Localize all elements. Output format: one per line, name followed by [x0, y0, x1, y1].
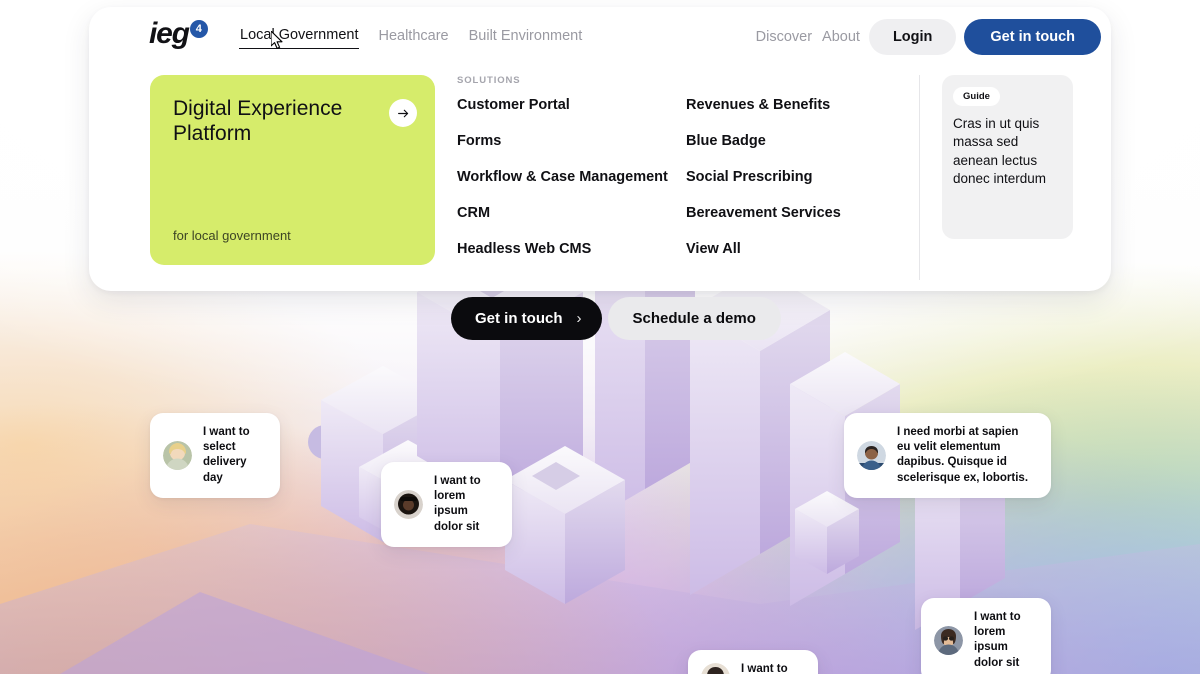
avatar — [394, 489, 423, 519]
promo-card-digital-experience-platform[interactable]: Digital Experience Platform for local go… — [150, 75, 435, 265]
chat-bubble-message: I want to select delivery day — [203, 426, 250, 484]
schedule-a-demo-button[interactable]: Schedule a demo — [607, 297, 781, 340]
hero-get-in-touch-label: Get in touch — [475, 310, 563, 327]
brand-logo[interactable]: ieg 4 — [149, 19, 208, 49]
chat-bubble-message: I want to lorem — [741, 663, 788, 674]
menu-divider — [919, 75, 920, 280]
chat-bubble[interactable]: I want to lorem — [688, 650, 818, 674]
hero-get-in-touch-button[interactable]: Get in touch › — [451, 297, 602, 340]
nav-item-discover[interactable]: Discover — [755, 27, 813, 47]
mega-menu-panel: ieg 4 Local Government Healthcare Built … — [89, 7, 1111, 291]
nav-item-healthcare[interactable]: Healthcare — [377, 26, 449, 49]
chat-bubble[interactable]: I want to lorem ipsum dolor sit — [381, 462, 512, 547]
menu-item-forms[interactable]: Forms — [457, 133, 677, 149]
chat-bubble-message: I want to lorem ipsum dolor sit — [434, 475, 481, 533]
primary-nav: Local Government Healthcare Built Enviro… — [239, 25, 583, 49]
arrow-right-icon[interactable] — [389, 99, 417, 127]
chat-bubble-message: I want to lorem ipsum dolor sit — [974, 611, 1021, 669]
avatar — [701, 662, 730, 674]
page-root: ieg 4 Local Government Healthcare Built … — [0, 0, 1200, 674]
mouse-cursor — [271, 31, 283, 49]
brand-logo-superscript: 4 — [189, 20, 208, 38]
mega-menu-content: Digital Experience Platform for local go… — [89, 65, 1111, 291]
solutions-column-two: Revenues & Benefits Blue Badge Social Pr… — [686, 97, 901, 277]
top-navigation-bar: ieg 4 Local Government Healthcare Built … — [89, 7, 1111, 63]
chevron-right-icon: › — [576, 310, 582, 327]
brand-logo-text: ieg — [149, 17, 190, 50]
login-button[interactable]: Login — [868, 19, 957, 55]
chat-bubble-message: I need morbi at sapien eu velit elementu… — [897, 426, 1029, 484]
chat-bubble[interactable]: I want to lorem ipsum dolor sit — [921, 598, 1051, 674]
menu-item-revenues-benefits[interactable]: Revenues & Benefits — [686, 97, 901, 113]
avatar — [857, 440, 886, 470]
chat-bubble[interactable]: I need morbi at sapien eu velit elementu… — [844, 413, 1051, 498]
guide-card-text: Cras in ut quis massa sed aenean lectus … — [953, 116, 1047, 187]
chat-bubble[interactable]: I want to select delivery day — [150, 413, 280, 498]
hero-cta-row: Get in touch › Schedule a demo — [451, 297, 781, 340]
menu-item-workflow-case-management[interactable]: Workflow & Case Management — [457, 169, 677, 185]
nav-item-local-government[interactable]: Local Government — [239, 25, 360, 49]
guide-card[interactable]: Guide Cras in ut quis massa sed aenean l… — [942, 75, 1073, 239]
menu-item-crm[interactable]: CRM — [457, 205, 677, 221]
nav-item-built-environment[interactable]: Built Environment — [468, 26, 584, 49]
secondary-nav: Discover About Login Get in touch — [755, 19, 1101, 55]
menu-item-view-all[interactable]: View All — [686, 241, 901, 257]
avatar — [934, 625, 963, 655]
solutions-section-label: SOLUTIONS — [457, 75, 521, 86]
nav-get-in-touch-button[interactable]: Get in touch — [964, 19, 1101, 55]
avatar — [163, 440, 192, 470]
menu-item-social-prescribing[interactable]: Social Prescribing — [686, 169, 901, 185]
nav-item-about[interactable]: About — [821, 27, 861, 47]
menu-item-blue-badge[interactable]: Blue Badge — [686, 133, 901, 149]
promo-card-subtitle: for local government — [173, 228, 291, 243]
promo-card-title: Digital Experience Platform — [173, 97, 343, 145]
menu-item-customer-portal[interactable]: Customer Portal — [457, 97, 677, 113]
guide-badge: Guide — [953, 87, 1000, 106]
menu-item-bereavement-services[interactable]: Bereavement Services — [686, 205, 901, 221]
solutions-column-one: Customer Portal Forms Workflow & Case Ma… — [457, 97, 677, 277]
menu-item-headless-web-cms[interactable]: Headless Web CMS — [457, 241, 677, 257]
